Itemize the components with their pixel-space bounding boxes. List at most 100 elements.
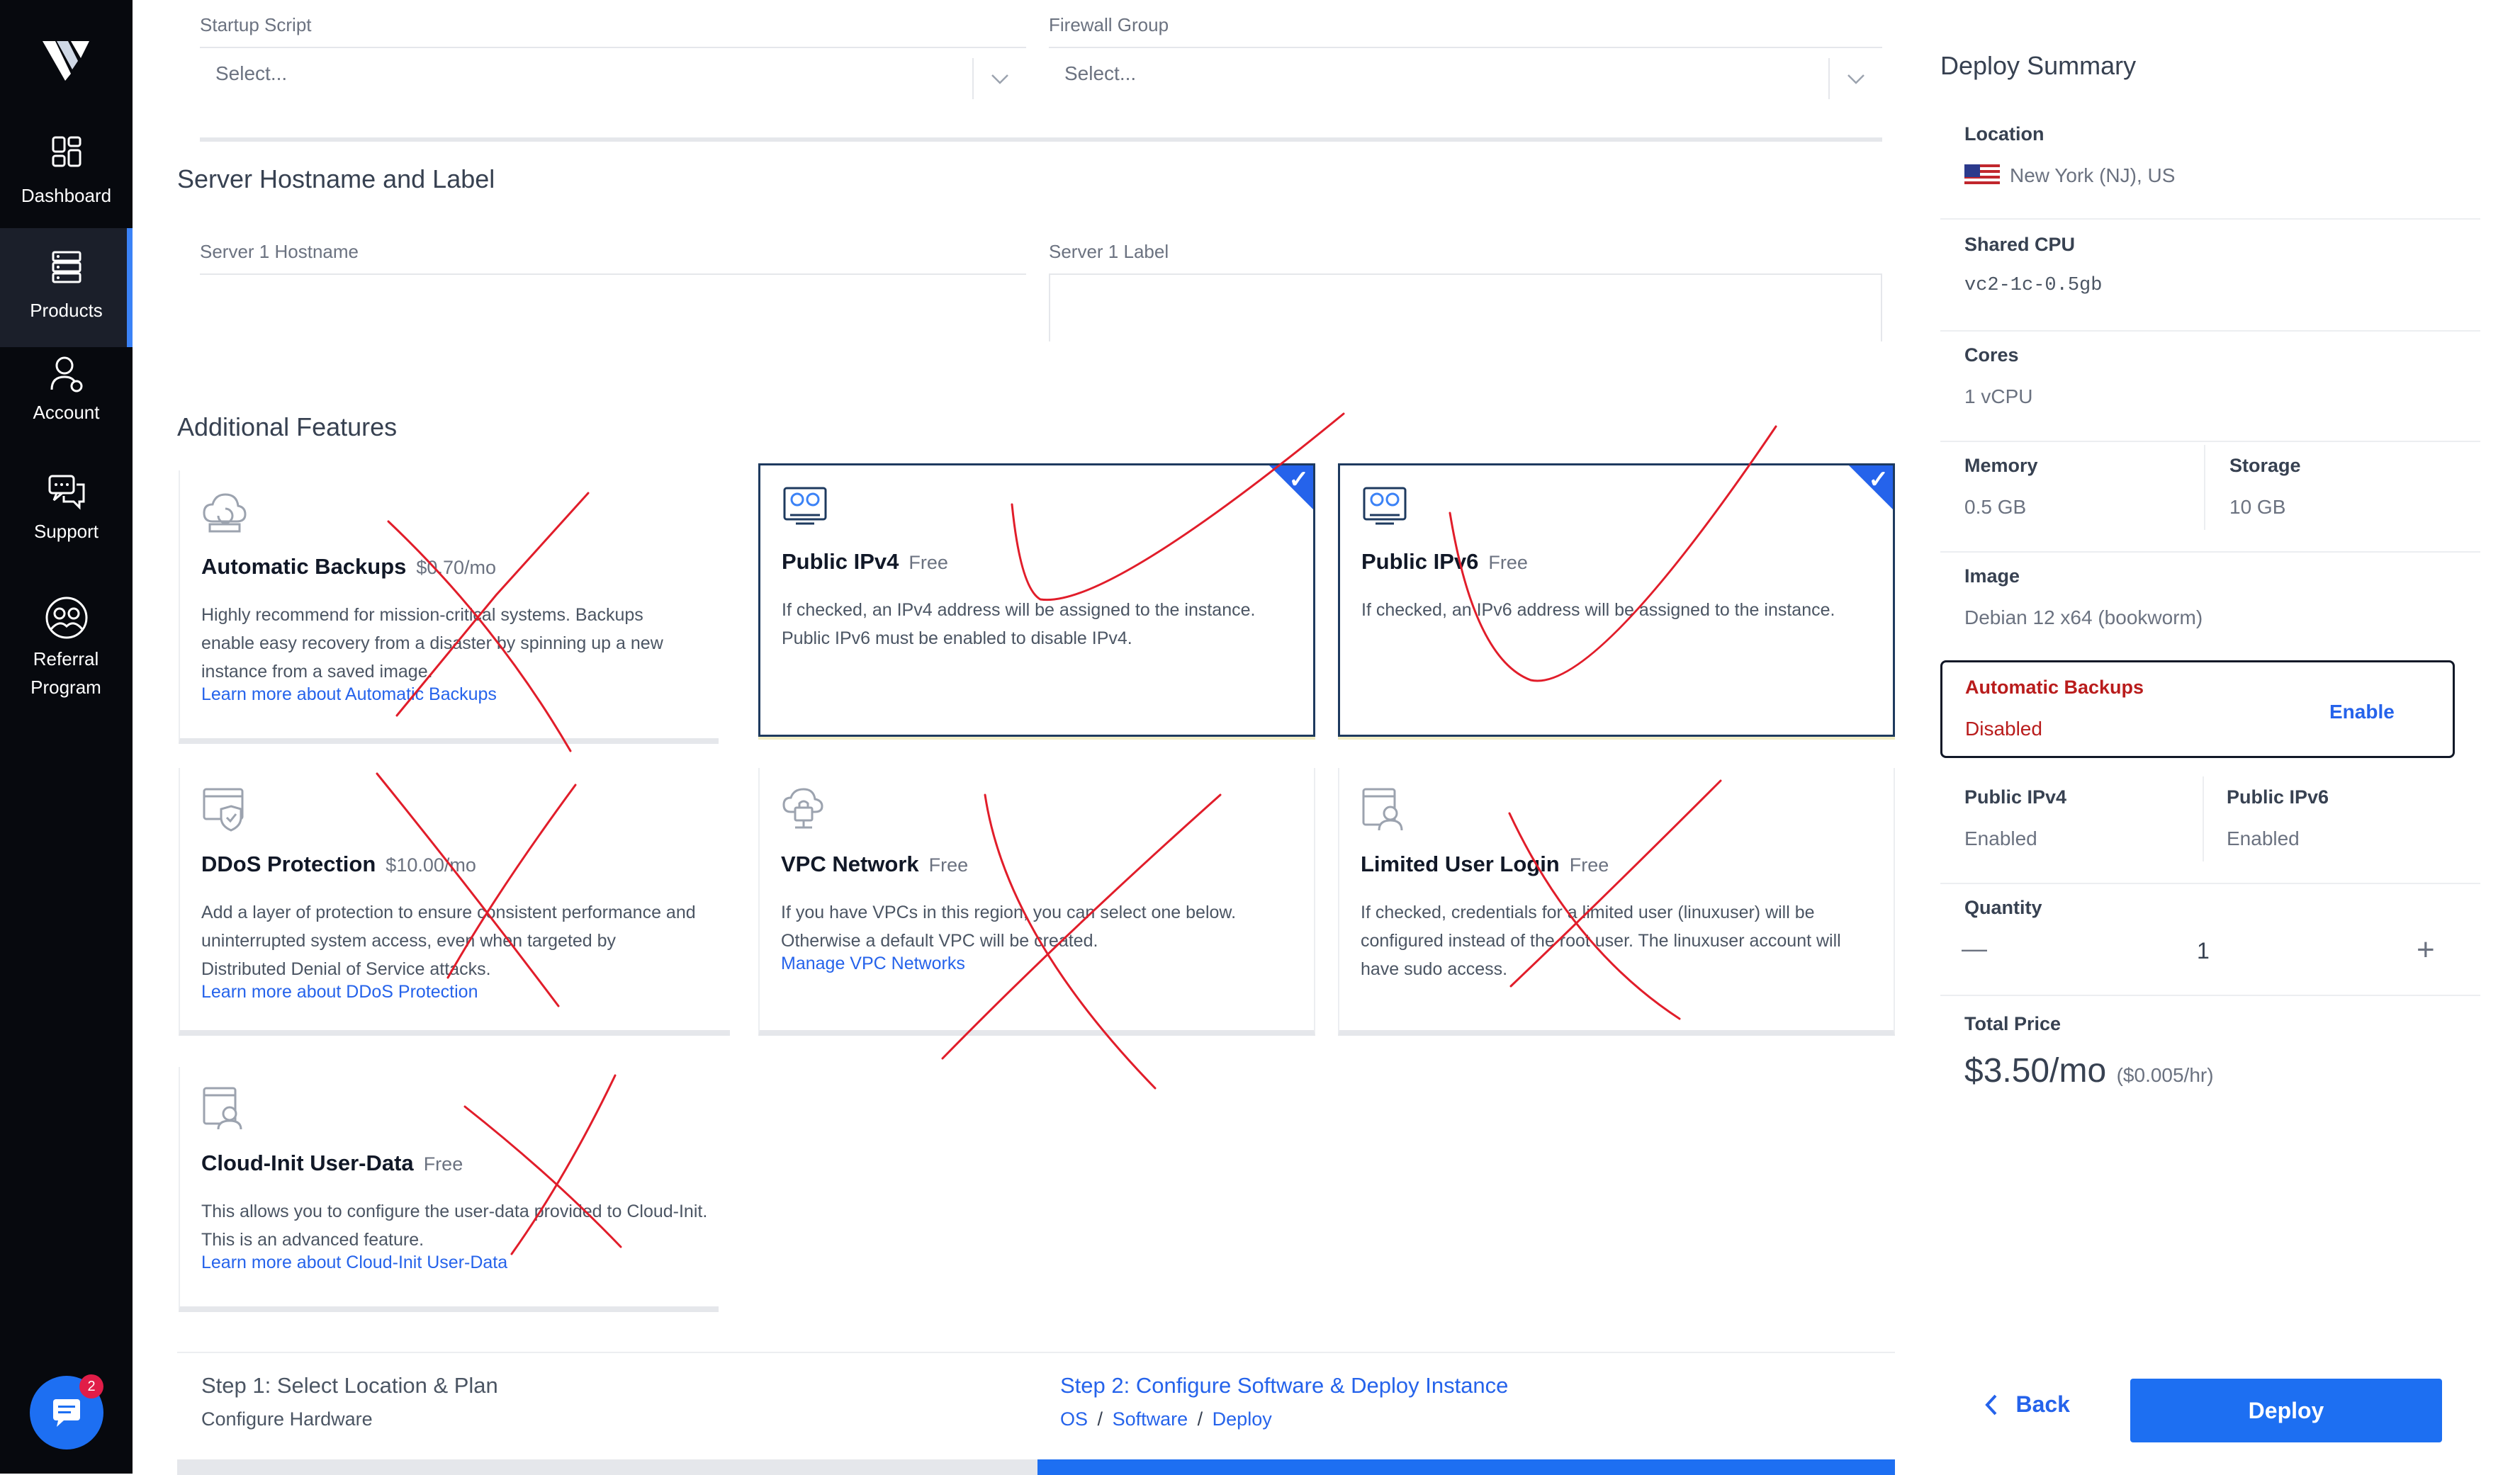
nav-referral[interactable]: Referral Program bbox=[0, 595, 133, 716]
feature-description: Highly recommend for mission-critical sy… bbox=[201, 605, 663, 682]
firewall-group-label: Firewall Group bbox=[1049, 14, 1169, 35]
breadcrumb-separator: / bbox=[1097, 1408, 1103, 1430]
ipv6-summary-value: Enabled bbox=[2227, 827, 2300, 849]
feature-title: Automatic Backups $0.70/mo bbox=[201, 554, 496, 580]
support-icon bbox=[48, 475, 84, 510]
feature-description: Add a layer of protection to ensure cons… bbox=[201, 903, 696, 979]
vultr-logo[interactable] bbox=[40, 37, 94, 82]
quantity-decrement-button[interactable]: — bbox=[1962, 934, 1987, 963]
breadcrumb-separator: / bbox=[1197, 1408, 1203, 1430]
feature-title-text: VPC Network bbox=[781, 852, 919, 876]
section-divider bbox=[200, 137, 1882, 142]
feature-card-ddos-protection[interactable]: DDoS Protection $10.00/mo Add a layer of … bbox=[179, 768, 730, 1036]
location-label: Location bbox=[1964, 123, 2044, 145]
feature-title: DDoS Protection $10.00/mo bbox=[201, 852, 476, 877]
enable-backups-button[interactable]: Enable bbox=[2329, 701, 2395, 723]
step2-link-software[interactable]: Software bbox=[1113, 1408, 1188, 1430]
feature-card-public-ipv4[interactable]: ✓ Public IPv4 Free If checked, an IPv4 ad… bbox=[758, 463, 1315, 737]
backup-cloud-icon bbox=[203, 493, 247, 533]
startup-script-select[interactable]: Select... bbox=[200, 47, 1026, 139]
feature-description: If checked, an IPv6 address will be assi… bbox=[1361, 600, 1835, 620]
learn-more-ddos-link[interactable]: Learn more about DDoS Protection bbox=[201, 982, 478, 1002]
feature-title-text: Public IPv6 bbox=[1361, 549, 1479, 574]
manage-vpc-networks-link[interactable]: Manage VPC Networks bbox=[781, 954, 965, 974]
ipv4-summary-value: Enabled bbox=[1964, 827, 2037, 849]
step2-title: Step 2: Configure Software & Deploy Inst… bbox=[1060, 1373, 1509, 1398]
backups-summary-value: Disabled bbox=[1965, 718, 2042, 740]
chevron-down-icon bbox=[991, 74, 1008, 84]
check-icon: ✓ bbox=[1288, 466, 1310, 493]
back-label: Back bbox=[2015, 1391, 2070, 1417]
deploy-button[interactable]: Deploy bbox=[2130, 1379, 2442, 1442]
server-label-input[interactable] bbox=[1049, 273, 1882, 341]
total-price: $3.50/mo ($0.005/hr) bbox=[1964, 1051, 2214, 1090]
summary-title: Deploy Summary bbox=[1940, 51, 2137, 80]
step-bar: Step 1: Select Location & Plan Configure… bbox=[177, 1352, 1895, 1475]
select-divider bbox=[972, 58, 974, 99]
chevron-down-icon bbox=[1847, 74, 1864, 84]
feature-title-text: DDoS Protection bbox=[201, 852, 376, 876]
nav-account-label: Account bbox=[33, 402, 100, 423]
chat-button[interactable]: 2 bbox=[30, 1374, 103, 1449]
feature-title: Public IPv6 Free bbox=[1361, 549, 1528, 575]
feature-description: If checked, an IPv4 address will be assi… bbox=[782, 600, 1256, 648]
cores-value: 1 vCPU bbox=[1964, 385, 2033, 407]
feature-price: Free bbox=[1569, 854, 1609, 876]
feature-card-cloud-init[interactable]: Cloud-Init User-Data Free This allows you… bbox=[179, 1067, 719, 1312]
quantity-value[interactable]: 1 bbox=[2197, 938, 2210, 964]
storage-label: Storage bbox=[2229, 455, 2301, 476]
summary-divider bbox=[1940, 441, 2480, 442]
quantity-increment-button[interactable]: + bbox=[2417, 932, 2435, 968]
feature-price: Free bbox=[1488, 552, 1528, 573]
nav-dashboard-label: Dashboard bbox=[21, 185, 112, 206]
learn-more-cloud-init-link[interactable]: Learn more about Cloud-Init User-Data bbox=[201, 1253, 507, 1273]
total-price-value: $3.50/mo bbox=[1964, 1052, 2107, 1090]
plan-label: Shared CPU bbox=[1964, 234, 2076, 255]
feature-title-text: Cloud-Init User-Data bbox=[201, 1151, 414, 1175]
hostname-section-title: Server Hostname and Label bbox=[177, 164, 495, 193]
image-label: Image bbox=[1964, 565, 2020, 587]
feature-card-vpc-network[interactable]: VPC Network Free If you have VPCs in this… bbox=[758, 768, 1315, 1036]
step2-link-deploy[interactable]: Deploy bbox=[1213, 1408, 1272, 1430]
cloud-init-icon bbox=[203, 1087, 242, 1130]
step2-breadcrumb: OS / Software / Deploy bbox=[1060, 1408, 1508, 1430]
learn-more-backups-link[interactable]: Learn more about Automatic Backups bbox=[201, 684, 497, 705]
ip-address-icon bbox=[1363, 487, 1407, 525]
summary-divider bbox=[1940, 330, 2480, 332]
features-section-title: Additional Features bbox=[177, 412, 398, 441]
step2-link-os[interactable]: OS bbox=[1060, 1408, 1088, 1430]
feature-title: Public IPv4 Free bbox=[782, 549, 948, 575]
feature-title-text: Public IPv4 bbox=[782, 549, 899, 574]
nav-support[interactable]: Support bbox=[0, 473, 133, 565]
check-icon: ✓ bbox=[1868, 466, 1889, 493]
feature-title-text: Automatic Backups bbox=[201, 554, 407, 579]
feature-card-limited-user-login[interactable]: Limited User Login Free If checked, crede… bbox=[1338, 768, 1895, 1036]
feature-card-automatic-backups[interactable]: Automatic Backups $0.70/mo Highly recomme… bbox=[179, 470, 719, 744]
feature-price: $0.70/mo bbox=[416, 557, 496, 578]
referral-icon bbox=[45, 597, 87, 639]
feature-price: $10.00/mo bbox=[386, 854, 476, 876]
startup-script-value: Select... bbox=[215, 62, 288, 84]
location-value: New York (NJ), US bbox=[2010, 164, 2176, 186]
feature-price: Free bbox=[909, 552, 948, 573]
hostname-input[interactable] bbox=[200, 273, 1026, 341]
quantity-stepper: — 1 + bbox=[1956, 932, 2480, 973]
chevron-left-icon bbox=[1985, 1394, 1997, 1415]
summary-divider bbox=[1940, 218, 2480, 220]
step1[interactable]: Step 1: Select Location & Plan Configure… bbox=[201, 1373, 498, 1430]
us-flag-icon bbox=[1964, 164, 2000, 187]
startup-script-label: Startup Script bbox=[200, 14, 312, 35]
image-value: Debian 12 x64 (bookworm) bbox=[1964, 606, 2203, 628]
feature-price: Free bbox=[928, 854, 969, 876]
products-icon bbox=[52, 251, 81, 283]
feature-card-public-ipv6[interactable]: ✓ Public IPv6 Free If checked, an IPv6 ad… bbox=[1338, 463, 1895, 737]
nav-products[interactable]: Products bbox=[0, 228, 133, 347]
sidebar: Dashboard Products Account Support Refer… bbox=[0, 0, 133, 1474]
firewall-group-select[interactable]: Select... bbox=[1049, 47, 1882, 139]
summary-divider bbox=[1940, 551, 2480, 553]
nav-dashboard[interactable]: Dashboard bbox=[0, 132, 133, 224]
firewall-group-value: Select... bbox=[1064, 62, 1137, 84]
nav-referral-label: Referral Program bbox=[30, 648, 101, 698]
nav-account[interactable]: Account bbox=[0, 354, 133, 446]
back-button[interactable]: Back bbox=[1983, 1391, 2070, 1431]
